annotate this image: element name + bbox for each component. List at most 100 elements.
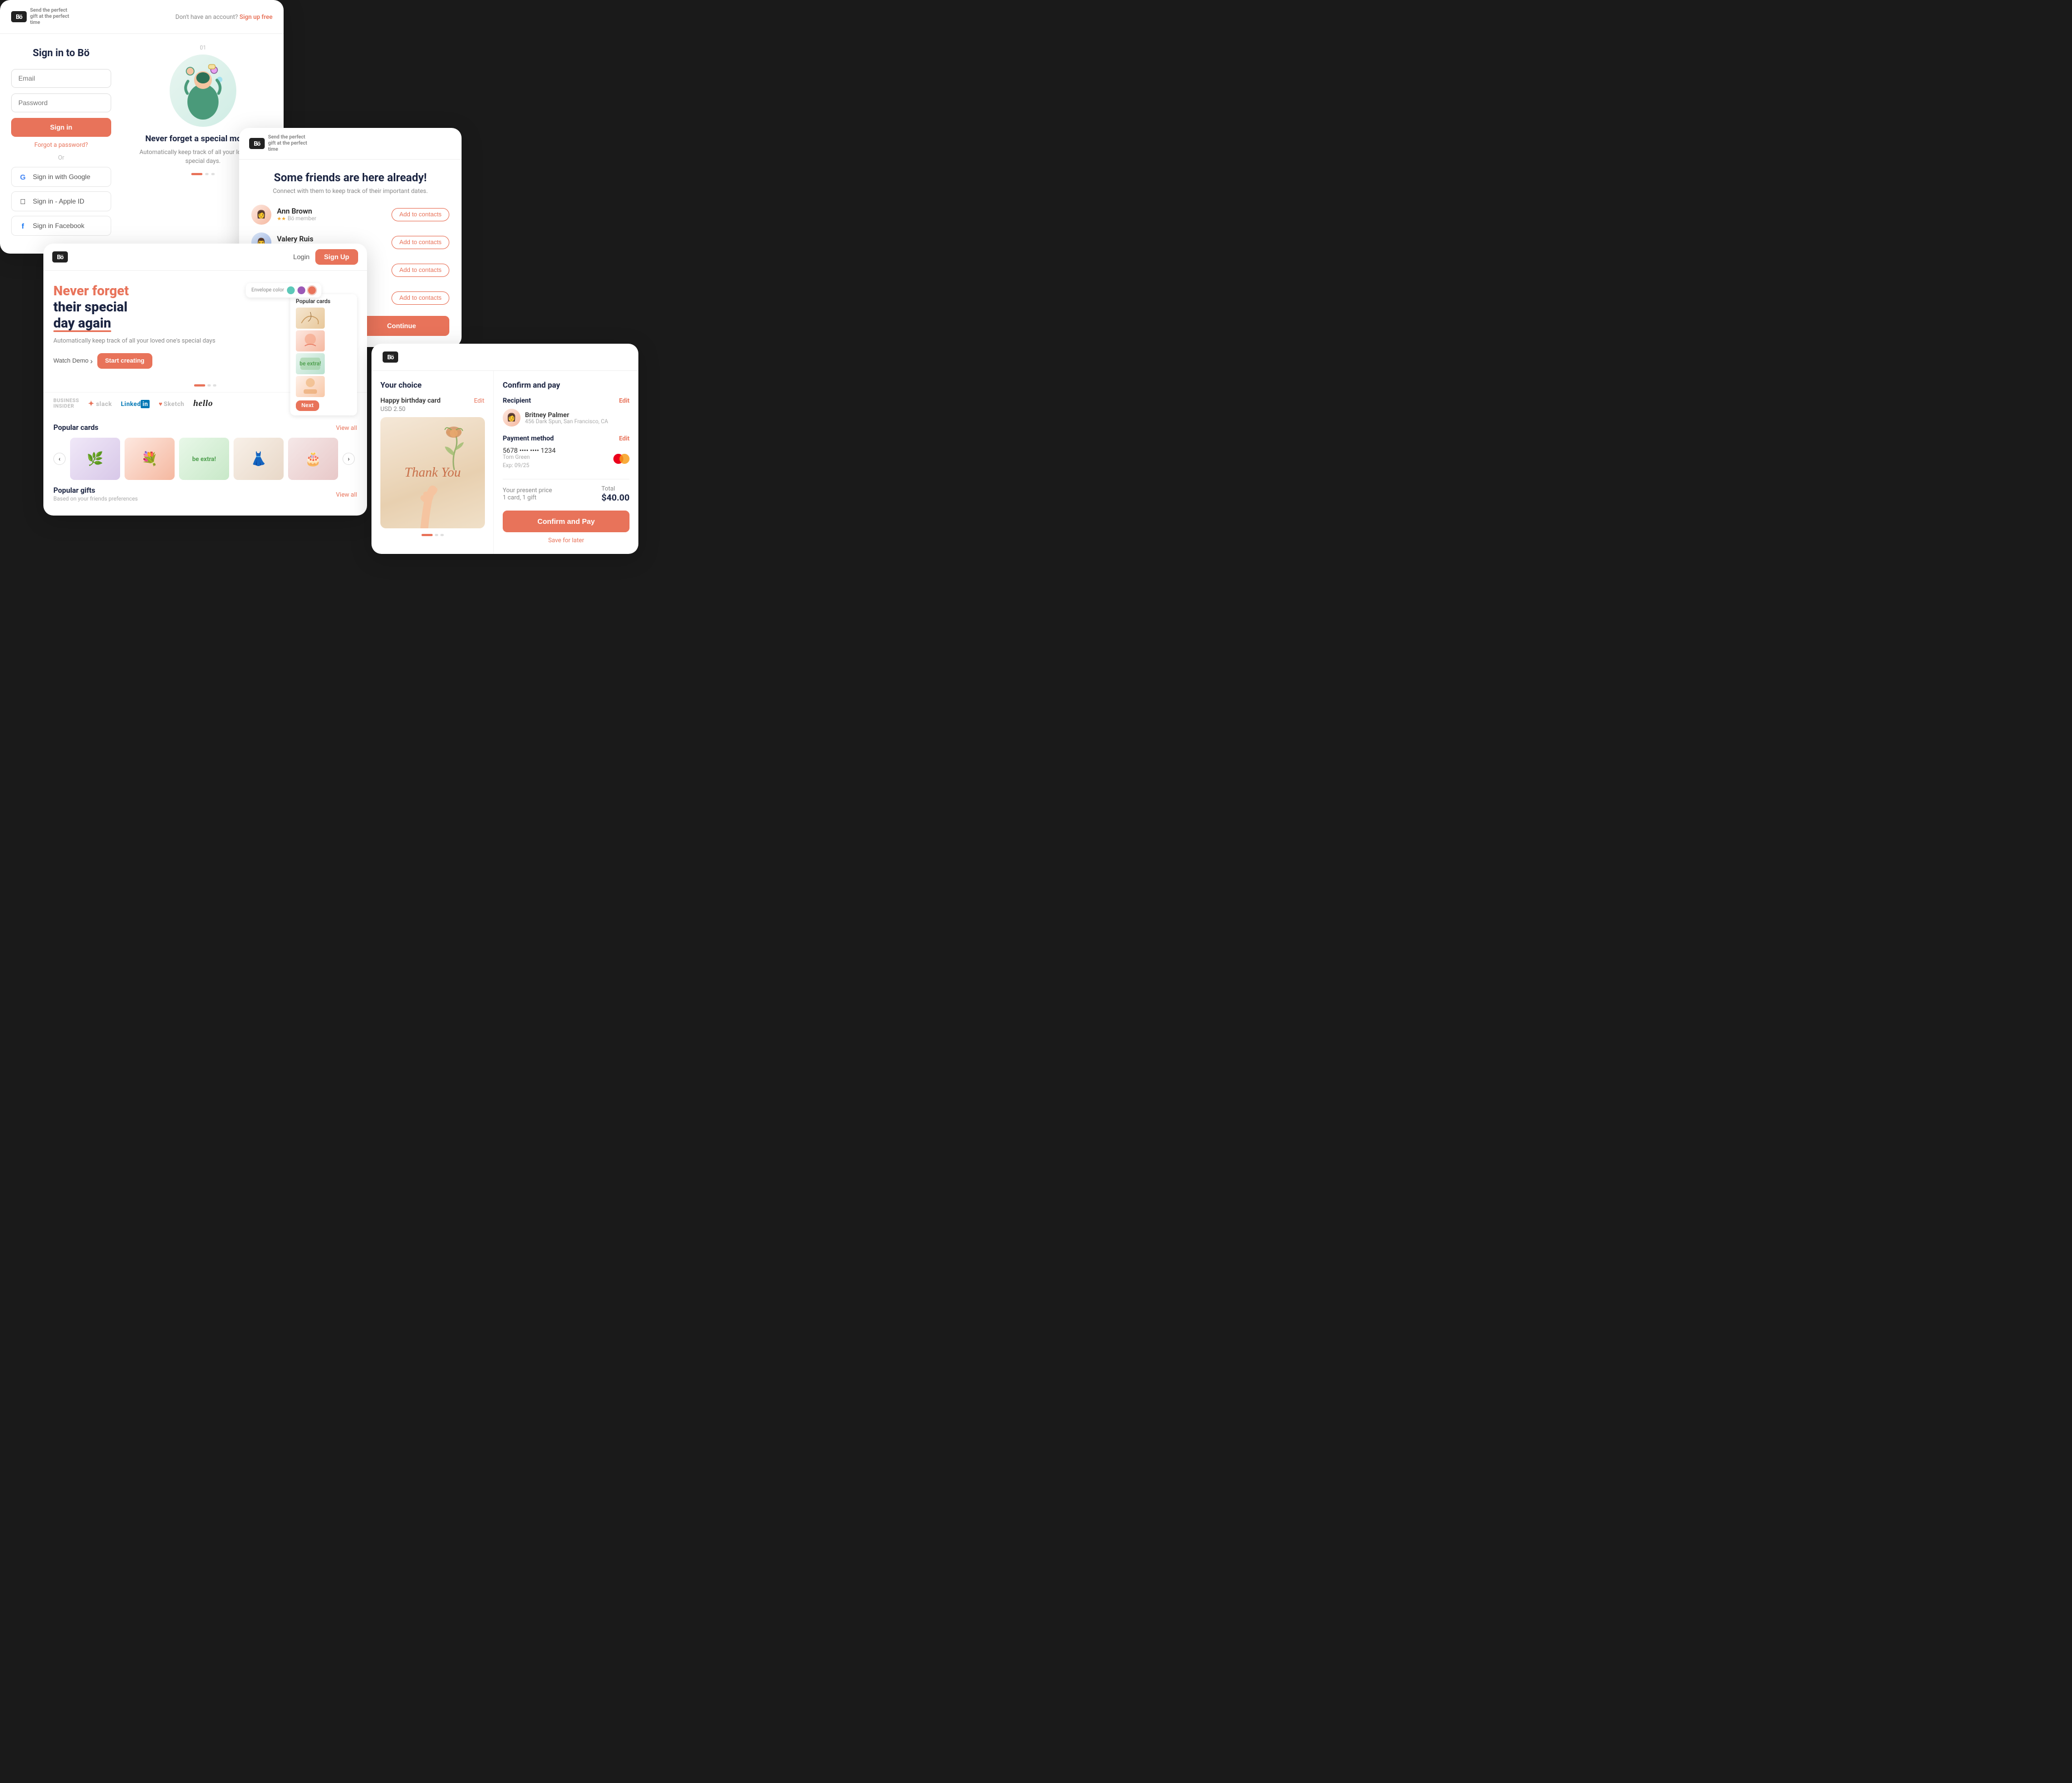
total-price: $40.00: [601, 492, 629, 503]
landing-card: Bö Login Sign Up Never forget their spec…: [43, 244, 367, 516]
signup-free-link[interactable]: Sign up free: [240, 13, 272, 21]
google-signin-button[interactable]: G Sign in with Google: [11, 167, 111, 187]
recipient-avatar: 👩: [503, 409, 521, 427]
popular-cards-section: Popular cards View all ‹ 🌿 💐 be extra! 👗…: [43, 417, 367, 480]
brand-sketch: ♥ Sketch: [158, 400, 184, 408]
hero-cards-preview: Envelope color Popular cards be extra!: [246, 283, 357, 372]
brand-linkedin: Linkedin: [121, 400, 150, 408]
landing-brand-logo: Bö: [52, 251, 68, 263]
checkout-body: Your choice Happy birthday card Edit USD…: [371, 371, 638, 554]
mini-card-3: be extra!: [296, 353, 325, 374]
price-summary: Your present price 1 card, 1 gift Total …: [503, 479, 629, 503]
edit-card-link[interactable]: Edit: [474, 397, 484, 404]
signin-button[interactable]: Sign in: [11, 118, 111, 137]
checkout-dots: [380, 528, 484, 541]
add-contact-britney[interactable]: Add to contacts: [391, 264, 449, 277]
card-holder: Tom Green: [503, 454, 609, 460]
save-later-link[interactable]: Save for later: [503, 537, 629, 544]
view-all-cards-link[interactable]: View all: [336, 424, 357, 432]
dot-1[interactable]: [191, 173, 202, 175]
carousel-card-1: 🌿: [70, 438, 120, 480]
brand-hello: hello: [193, 399, 212, 409]
friends-tagline: Send the perfect gift at the perfect tim…: [268, 135, 313, 152]
friend-name-ann: Ann Brown: [277, 207, 386, 216]
nav-right: Login Sign Up: [293, 249, 358, 265]
envelope-color-bar: Envelope color: [246, 283, 321, 298]
checkout-dot-3[interactable]: [440, 534, 444, 536]
section-header-cards: Popular cards View all: [53, 424, 357, 432]
color-pink[interactable]: [308, 286, 316, 294]
dot-2[interactable]: [205, 173, 209, 175]
continue-button[interactable]: Continue: [354, 316, 449, 336]
friends-brand-logo: Bö Send the perfect gift at the perfect …: [249, 135, 313, 152]
carousel-card-4: 👗: [234, 438, 284, 480]
brand-tagline: Send the perfect gift at the perfect tim…: [30, 8, 75, 26]
signin-title: Sign in to Bö: [11, 47, 111, 59]
view-all-gifts-link[interactable]: View all: [336, 491, 357, 498]
card-preview-image: Thank You: [380, 417, 485, 528]
mini-card-1: [296, 308, 325, 329]
friends-navbar: Bö Send the perfect gift at the perfect …: [239, 128, 462, 160]
checkout-navbar: Bö: [371, 344, 638, 371]
next-button[interactable]: Next: [296, 400, 319, 411]
email-input[interactable]: [11, 69, 111, 88]
carousel-card-3: be extra!: [179, 438, 229, 480]
landing-hero: Never forget their special day again Aut…: [43, 271, 367, 381]
apple-signin-button[interactable]:  Sign in - Apple ID: [11, 191, 111, 211]
svg-text:be extra!: be extra!: [300, 361, 321, 367]
avatar-ann: 👩: [251, 205, 271, 225]
signin-navbar: Bö Send the perfect gift at the perfect …: [0, 0, 284, 34]
brand-logo: Bö Send the perfect gift at the perfect …: [11, 8, 75, 26]
signin-nav-right: Don't have an account? Sign up free: [175, 13, 272, 21]
hero-heading-line3: day again: [53, 315, 111, 331]
color-purple[interactable]: [298, 286, 305, 294]
landing-dot-1[interactable]: [194, 384, 205, 387]
slide-number: 01: [200, 45, 206, 51]
color-teal[interactable]: [287, 286, 295, 294]
mini-card-4: [296, 376, 325, 397]
hero-heading-line2: their special: [53, 299, 127, 315]
section-header-gifts: Popular gifts Based on your friends pref…: [53, 487, 357, 502]
hero-ctas: Watch Demo Start creating: [53, 353, 238, 369]
watch-demo-button[interactable]: Watch Demo: [53, 356, 93, 365]
friend-meta-ann: ★★ Bö member: [277, 216, 386, 222]
dot-3[interactable]: [211, 173, 215, 175]
card-name: Happy birthday card: [380, 397, 440, 404]
checkout-dot-1[interactable]: [422, 534, 433, 536]
confirm-pay-button[interactable]: Confirm and Pay: [503, 511, 629, 532]
login-button[interactable]: Login: [293, 253, 309, 261]
hero-heading-line1: Never forget: [53, 283, 129, 299]
carousel-card-2: 💐: [125, 438, 175, 480]
checkout-card: Bö Your choice Happy birthday card Edit …: [371, 344, 638, 554]
hero-text: Never forget their special day again Aut…: [53, 283, 238, 372]
add-contact-valery[interactable]: Add to contacts: [391, 236, 449, 249]
landing-dot-2[interactable]: [207, 384, 211, 387]
google-icon: G: [18, 172, 27, 181]
friends-subtitle: Connect with them to keep track of their…: [251, 187, 449, 195]
friend-name-valery: Valery Ruis: [277, 235, 386, 244]
recipient-name: Britney Palmer: [525, 411, 608, 419]
gifts-subtitle: Based on your friends preferences: [53, 496, 138, 502]
logo-icon-3: Bö: [52, 251, 68, 263]
edit-payment-link[interactable]: Edit: [619, 435, 629, 442]
hero-heading: Never forget their special day again: [53, 283, 238, 331]
mini-card-grid: be extra!: [296, 308, 351, 397]
checkout-left: Your choice Happy birthday card Edit USD…: [371, 371, 494, 554]
checkout-dot-2[interactable]: [435, 534, 438, 536]
payment-section-label: Payment method Edit: [503, 434, 629, 442]
add-contact-ann[interactable]: Add to contacts: [391, 208, 449, 221]
popular-cards-overlay-label: Popular cards: [296, 299, 351, 305]
landing-dot-3[interactable]: [213, 384, 216, 387]
edit-recipient-link[interactable]: Edit: [619, 397, 629, 404]
forgot-password-link[interactable]: Forgot a password?: [11, 141, 111, 148]
price-count: 1 card, 1 gift: [503, 494, 552, 501]
carousel-prev[interactable]: ‹: [53, 453, 66, 465]
signup-button[interactable]: Sign Up: [315, 249, 358, 265]
add-contact-caleb[interactable]: Add to contacts: [391, 291, 449, 305]
carousel-next[interactable]: ›: [343, 453, 355, 465]
facebook-signin-button[interactable]: f Sign in Facebook: [11, 216, 111, 236]
start-creating-button[interactable]: Start creating: [97, 353, 152, 369]
password-input[interactable]: [11, 93, 111, 112]
recipient-row: 👩 Britney Palmer 456 Dark Spun, San Fran…: [503, 409, 629, 427]
choice-label: Happy birthday card Edit: [380, 397, 484, 404]
